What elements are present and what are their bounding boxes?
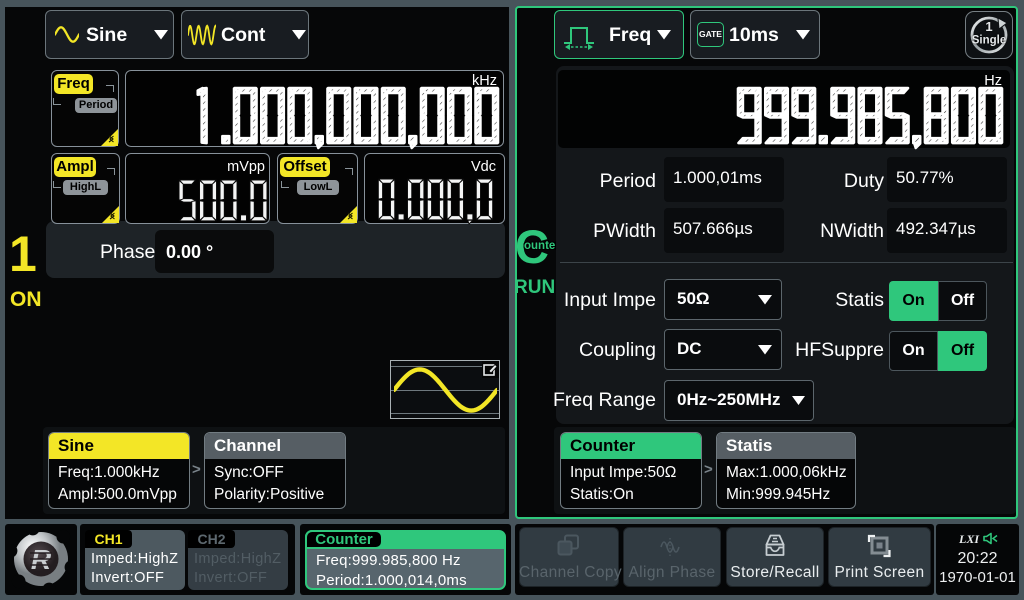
svg-text:1: 1 xyxy=(985,19,992,34)
svg-text:Single: Single xyxy=(972,35,1007,47)
